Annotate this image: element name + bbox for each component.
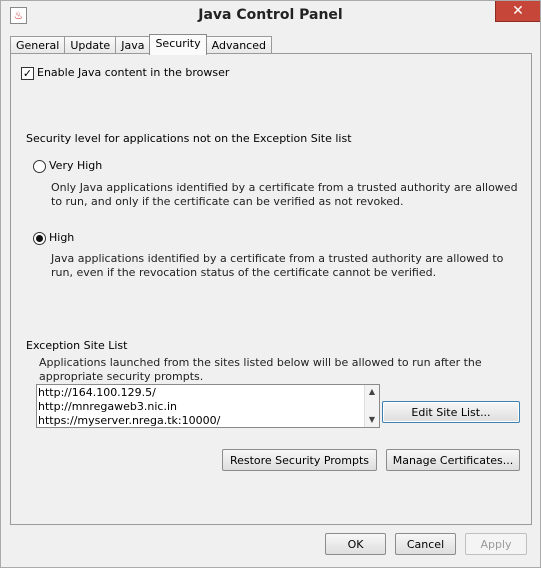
security-panel: ✓ Enable Java content in the browser Sec…	[10, 53, 532, 525]
very-high-description: Only Java applications identified by a c…	[51, 181, 518, 208]
list-item[interactable]: https://myserver.nrega.tk:10000/	[38, 414, 220, 428]
enable-java-checkbox[interactable]: ✓	[21, 67, 34, 80]
exception-site-heading: Exception Site List	[26, 339, 128, 352]
security-level-heading: Security level for applications not on t…	[26, 132, 352, 145]
very-high-label: Very High	[49, 159, 103, 172]
list-item[interactable]: http://mnregaweb3.nic.in	[38, 400, 177, 414]
high-label: High	[49, 231, 75, 244]
exception-site-description: Applications launched from the sites lis…	[39, 356, 482, 383]
very-high-radio[interactable]	[33, 160, 46, 173]
title-bar[interactable]: ♨ Java Control Panel ✕	[1, 1, 540, 31]
ok-button[interactable]: OK	[325, 533, 386, 555]
list-item[interactable]: http://164.100.129.5/	[38, 386, 156, 400]
close-icon: ✕	[512, 3, 524, 19]
java-control-panel-window: ♨ Java Control Panel ✕ General Update Ja…	[0, 0, 541, 568]
restore-security-prompts-button[interactable]: Restore Security Prompts	[222, 449, 377, 471]
window-title: Java Control Panel	[198, 7, 343, 23]
high-radio[interactable]	[33, 232, 46, 245]
exception-site-list[interactable]: http://164.100.129.5/ http://mnregaweb3.…	[36, 384, 380, 428]
cancel-button[interactable]: Cancel	[395, 533, 456, 555]
enable-java-label: Enable Java content in the browser	[37, 66, 230, 79]
manage-certificates-button[interactable]: Manage Certificates...	[386, 449, 520, 471]
chevron-up-icon[interactable]: ▲	[365, 385, 379, 399]
apply-button[interactable]: Apply	[465, 533, 527, 555]
tab-bar: General Update Java Security Advanced	[10, 34, 272, 55]
close-button[interactable]: ✕	[495, 1, 540, 22]
high-description: Java applications identified by a certif…	[51, 252, 504, 279]
chevron-down-icon[interactable]: ▼	[365, 413, 379, 427]
edit-site-list-button[interactable]: Edit Site List...	[382, 401, 520, 423]
list-scrollbar[interactable]: ▲ ▼	[364, 385, 379, 427]
tab-security[interactable]: Security	[149, 34, 207, 55]
